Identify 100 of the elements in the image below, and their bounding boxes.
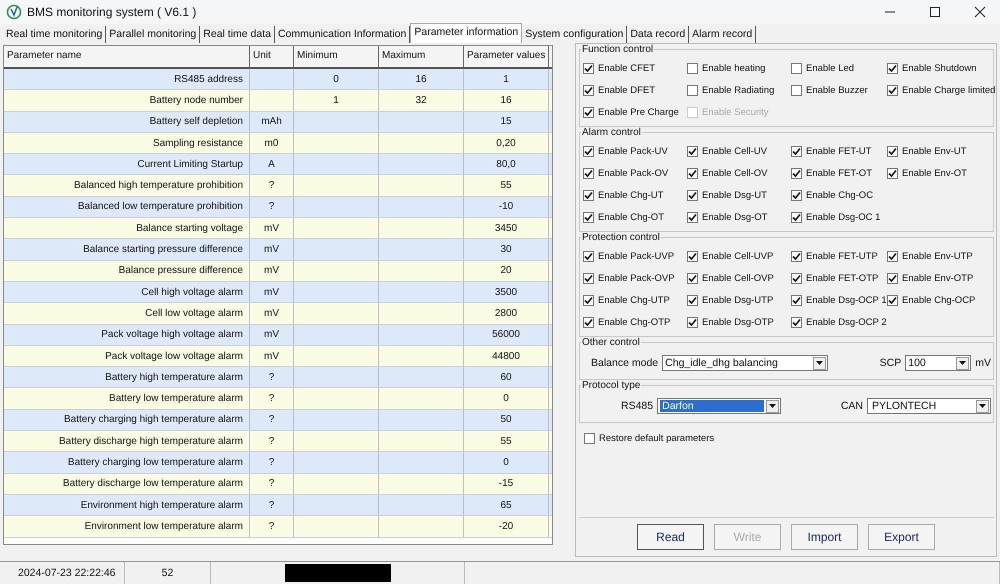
group-title: Protocol type <box>581 380 642 391</box>
checkbox[interactable] <box>583 146 594 156</box>
checkbox[interactable] <box>583 190 594 200</box>
checkbox[interactable] <box>791 168 802 178</box>
checkbox-label: Enable Led <box>806 62 854 74</box>
checkbox[interactable] <box>791 146 802 156</box>
table-cell: 30 <box>500 244 512 256</box>
table-cell: m0 <box>264 138 278 149</box>
table-cell: 44800 <box>492 350 520 362</box>
checkbox[interactable] <box>687 212 698 222</box>
checkbox-label: Enable Pre Charge <box>598 106 679 118</box>
can-dropdown[interactable]: PYLONTECH <box>867 398 991 414</box>
checkbox[interactable] <box>791 84 802 96</box>
checkbox[interactable] <box>687 294 698 306</box>
checkbox[interactable] <box>887 62 898 74</box>
checkbox[interactable] <box>583 250 594 262</box>
table-cell: ? <box>268 436 274 447</box>
checkbox[interactable] <box>687 62 698 74</box>
checkbox-label: Enable Env-OTP <box>902 272 974 284</box>
table-cell: mV <box>264 286 279 298</box>
column-header[interactable]: Unit <box>250 46 294 67</box>
checkbox[interactable] <box>583 62 594 74</box>
balance-mode-dropdown[interactable]: Chg_idle_dhg balancing <box>662 355 828 371</box>
action-button[interactable]: Export <box>868 524 935 550</box>
checkbox[interactable] <box>583 294 594 306</box>
table-cell: Battery high temperature alarm <box>105 372 243 383</box>
checkbox-label: Enable Pack-OVP <box>598 272 675 284</box>
checkbox[interactable] <box>687 168 698 178</box>
checkbox[interactable] <box>583 272 594 284</box>
table-cell: -15 <box>498 478 514 490</box>
checkbox-label: Enable Pack-UV <box>598 146 668 156</box>
checkbox[interactable] <box>791 272 802 284</box>
caret-icon[interactable] <box>769 404 776 408</box>
checkbox[interactable] <box>583 168 594 178</box>
checkbox-label: Enable Charge limited <box>902 84 996 96</box>
checkbox[interactable] <box>583 316 594 328</box>
column-header[interactable]: Maximum <box>379 46 464 67</box>
table-cell: Pack voltage low voltage alarm <box>105 350 243 362</box>
table-cell: 20 <box>500 265 512 276</box>
checkbox-label: Enable Dsg-OCP 2 <box>806 316 887 328</box>
checkbox[interactable] <box>687 84 698 96</box>
table-cell: RS485 address <box>174 74 243 85</box>
checkbox[interactable] <box>687 190 698 200</box>
action-button[interactable]: Import <box>791 524 858 550</box>
maximize-icon[interactable] <box>929 6 941 18</box>
column-header[interactable]: Minimum <box>294 46 379 67</box>
checkbox[interactable] <box>687 146 698 156</box>
caret-icon[interactable] <box>979 404 986 408</box>
checkbox-label: Enable FET-UT <box>806 146 872 156</box>
checkbox-label: Enable FET-OT <box>806 168 872 178</box>
table-cell: 50 <box>500 414 512 426</box>
checkbox[interactable] <box>887 250 898 262</box>
checkbox[interactable] <box>687 250 698 262</box>
checkbox-label: Enable Env-UTP <box>902 250 973 262</box>
checkbox[interactable] <box>791 190 802 200</box>
checkbox[interactable] <box>687 316 698 328</box>
checkbox-label: Restore default parameters <box>599 432 714 444</box>
table-cell: -10 <box>498 201 514 212</box>
checkbox[interactable] <box>791 212 802 222</box>
checkbox-label: Enable Env-UT <box>902 146 966 156</box>
checkbox-label: Enable Cell-UV <box>702 146 767 156</box>
checkbox-label: Enable Security <box>702 106 769 118</box>
checkbox[interactable] <box>583 212 594 222</box>
scp-dropdown[interactable]: 100 <box>905 355 972 371</box>
table-cell: ? <box>268 500 274 511</box>
field-label: Balance mode <box>591 357 658 369</box>
checkbox[interactable] <box>583 106 594 118</box>
status-count: 52 <box>162 567 174 579</box>
checkbox[interactable] <box>687 272 698 284</box>
caret-icon[interactable] <box>816 361 824 365</box>
table-cell: ? <box>268 201 274 212</box>
checkbox[interactable] <box>887 84 898 96</box>
checkbox-label: Enable Dsg-OCP 1 <box>806 294 887 306</box>
table-cell: 3500 <box>494 286 518 298</box>
table-cell: 1 <box>503 74 509 85</box>
checkbox[interactable] <box>791 62 802 74</box>
tab[interactable]: Alarm record <box>689 26 756 43</box>
checkbox[interactable] <box>887 272 898 284</box>
checkbox[interactable] <box>887 168 898 178</box>
checkbox[interactable] <box>583 84 594 96</box>
table-cell: ? <box>268 456 274 468</box>
table-cell: 80,0 <box>496 158 516 170</box>
column-header[interactable]: Parameter values <box>464 46 549 67</box>
checkbox-label: Enable CFET <box>598 62 656 74</box>
checkbox[interactable] <box>791 294 802 306</box>
checkbox[interactable] <box>887 146 898 156</box>
tab[interactable]: Parameter information <box>410 23 522 43</box>
table-cell: ? <box>268 180 274 192</box>
checkbox[interactable] <box>584 432 595 444</box>
checkbox[interactable] <box>791 316 802 328</box>
checkbox[interactable] <box>791 250 802 262</box>
column-header[interactable]: Parameter name <box>4 46 250 67</box>
checkbox[interactable] <box>887 294 898 306</box>
close-icon[interactable] <box>974 6 986 18</box>
rs485-dropdown[interactable]: Darfon <box>657 398 782 414</box>
caret-icon[interactable] <box>959 361 966 365</box>
checkbox-label: Enable Chg-OT <box>598 212 664 222</box>
action-button[interactable]: Read <box>637 524 704 550</box>
table-cell: 15 <box>500 116 512 128</box>
table-cell: Environment low temperature alarm <box>84 520 243 532</box>
